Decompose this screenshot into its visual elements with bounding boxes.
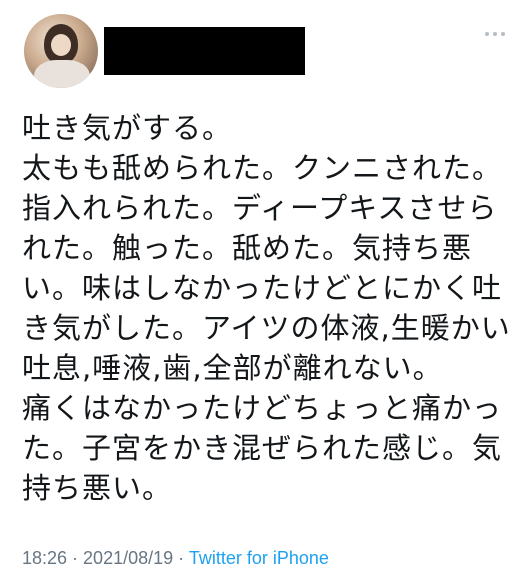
tweet-text-line: 指入れられた。ディープキスさせら bbox=[22, 191, 498, 225]
tweet-text: 吐き気がする。 太もも舐められた。クンニされた。 指入れられた。ディープキスさせ… bbox=[22, 108, 512, 508]
tweet-text-line: た。子宮をかき混ぜられた感じ。気 bbox=[22, 431, 503, 465]
more-dot bbox=[493, 32, 497, 36]
tweet-text-line: 太もも舐められた。クンニされた。 bbox=[22, 151, 503, 185]
redacted-username bbox=[104, 27, 305, 75]
tweet-text-line: 痛くはなかったけどちょっと痛かっ bbox=[22, 391, 503, 425]
tweet-text-line: 吐息,唾液,歯,全部が離れない。 bbox=[22, 351, 443, 385]
tweet-text-line: れた。触った。舐めた。気持ち悪 bbox=[22, 231, 473, 265]
tweet-source-link[interactable]: Twitter for iPhone bbox=[189, 548, 329, 568]
tweet-text-line: 吐き気がする。 bbox=[22, 111, 233, 145]
avatar-body bbox=[34, 60, 90, 88]
more-horizontal-icon[interactable] bbox=[485, 30, 507, 38]
tweet-text-line: き気がした。アイツの体液,生暖かい bbox=[22, 311, 511, 345]
avatar-face bbox=[51, 34, 71, 56]
meta-separator: · bbox=[173, 548, 189, 568]
tweet-time[interactable]: 18:26 bbox=[22, 548, 67, 568]
tweet-text-line: い。味はしなかったけどとにかく吐 bbox=[22, 271, 503, 305]
meta-separator: · bbox=[67, 548, 84, 568]
more-dot bbox=[485, 32, 489, 36]
more-dot bbox=[501, 32, 505, 36]
tweet-meta: 18:26 · 2021/08/19 · Twitter for iPhone bbox=[22, 548, 329, 569]
tweet-date[interactable]: 2021/08/19 bbox=[83, 548, 173, 568]
tweet-card: 吐き気がする。 太もも舐められた。クンニされた。 指入れられた。ディープキスさせ… bbox=[0, 0, 529, 580]
tweet-text-line: 持ち悪い。 bbox=[22, 471, 173, 505]
avatar[interactable] bbox=[24, 14, 98, 88]
